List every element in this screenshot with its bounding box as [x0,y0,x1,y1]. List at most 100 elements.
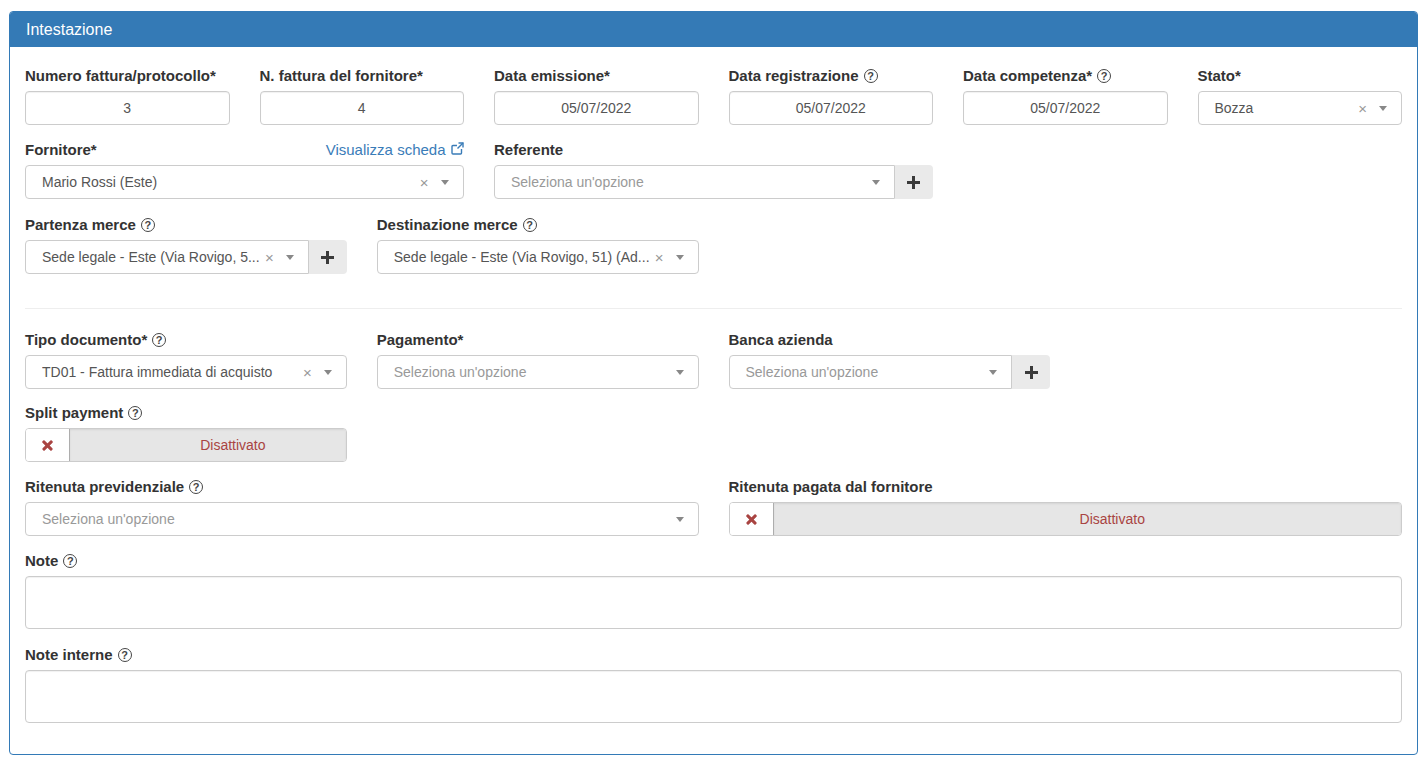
tipo-documento-select[interactable]: TD01 - Fattura immediata di acquisto × [25,355,347,389]
chevron-down-icon [676,370,684,375]
chevron-down-icon [872,180,880,185]
data-competenza-label: Data competenza* [963,67,1092,84]
add-partenza-button[interactable] [309,240,347,274]
help-icon: ? [128,406,142,420]
panel-body: Numero fattura/protocollo* N. fattura de… [10,47,1417,754]
data-emissione-input[interactable] [494,91,699,125]
help-icon: ? [118,648,132,662]
field-banca-azienda: Banca azienda Seleziona un'opzione [729,329,1051,389]
toggle-off-x-icon [745,513,758,526]
fornitore-label: Fornitore* [25,141,97,158]
stato-select[interactable]: Bozza × [1198,91,1403,125]
fornitore-select[interactable]: Mario Rossi (Este) × [25,165,464,199]
banca-azienda-placeholder: Seleziona un'opzione [746,364,980,380]
field-referente: Referente Seleziona un'opzione [494,139,933,199]
tipo-documento-value: TD01 - Fattura immediata di acquisto [42,364,314,380]
clear-icon[interactable]: × [655,250,664,265]
field-n-fattura-fornitore: N. fattura del fornitore* [260,65,465,125]
destinazione-merce-label: Destinazione merce [377,216,518,233]
referente-placeholder: Seleziona un'opzione [511,174,862,190]
chevron-down-icon [441,180,449,185]
visualizza-scheda-link[interactable]: Visualizza scheda [326,141,464,158]
note-textarea[interactable] [25,576,1402,629]
field-data-emissione: Data emissione* [494,65,699,125]
toggle-handle[interactable] [26,429,70,461]
add-banca-button[interactable] [1012,355,1050,389]
help-icon: ? [63,554,77,568]
fornitore-value: Mario Rossi (Este) [42,174,431,190]
data-competenza-input[interactable] [963,91,1168,125]
stato-label: Stato* [1198,67,1241,84]
help-icon: ? [864,69,878,83]
field-ritenuta-previdenziale: Ritenuta previdenziale? Seleziona un'opz… [25,476,699,536]
help-icon: ? [523,218,537,232]
toggle-off-x-icon [41,439,54,452]
ritenuta-pagata-state: Disattivato [774,503,1402,535]
pagamento-label: Pagamento* [377,331,464,348]
partenza-merce-label: Partenza merce [25,216,136,233]
chevron-down-icon [1379,106,1387,111]
plus-icon [321,251,334,264]
visualizza-scheda-text: Visualizza scheda [326,141,446,158]
field-tipo-documento: Tipo documento*? TD01 - Fattura immediat… [25,329,347,389]
field-ritenuta-pagata: Ritenuta pagata dal fornitore Disattivat… [729,476,1403,536]
plus-icon [1025,366,1038,379]
help-icon: ? [141,218,155,232]
data-registrazione-input[interactable] [729,91,934,125]
clear-icon[interactable]: × [265,250,274,265]
field-data-registrazione: Data registrazione? [729,65,934,125]
field-fornitore: Fornitore* Visualizza scheda Mario Rossi… [25,139,464,199]
note-interne-textarea[interactable] [25,670,1402,723]
tipo-documento-label: Tipo documento* [25,331,147,348]
external-link-icon [451,142,464,155]
partenza-merce-select[interactable]: Sede legale - Este (Via Rovigo, 5... × [25,240,309,274]
destinazione-merce-value: Sede legale - Este (Via Rovigo, 51) (Ad.… [394,249,666,265]
chevron-down-icon [286,255,294,260]
ritenuta-pagata-label: Ritenuta pagata dal fornitore [729,478,933,495]
toggle-handle[interactable] [730,503,774,535]
field-partenza-merce: Partenza merce? Sede legale - Este (Via … [25,214,347,274]
panel-title: Intestazione [26,21,112,39]
chevron-down-icon [676,517,684,522]
stato-value: Bozza [1215,100,1370,116]
chevron-down-icon [676,255,684,260]
field-pagamento: Pagamento* Seleziona un'opzione [377,329,699,389]
help-icon: ? [1097,69,1111,83]
intestazione-panel: Intestazione Numero fattura/protocollo* … [9,11,1418,755]
n-fattura-fornitore-input[interactable] [260,91,465,125]
help-icon: ? [189,480,203,494]
data-registrazione-label: Data registrazione [729,67,859,84]
ritenuta-pagata-toggle[interactable]: Disattivato [729,502,1403,536]
clear-icon[interactable]: × [420,175,429,190]
ritenuta-previdenziale-label: Ritenuta previdenziale [25,478,184,495]
split-payment-state: Disattivato [70,429,346,461]
referente-label: Referente [494,141,563,158]
clear-icon[interactable]: × [1358,101,1367,116]
panel-header: Intestazione [10,12,1417,47]
ritenuta-previdenziale-placeholder: Seleziona un'opzione [42,511,666,527]
n-fattura-fornitore-label: N. fattura del fornitore* [260,67,423,84]
clear-icon[interactable]: × [303,365,312,380]
add-referente-button[interactable] [895,165,933,199]
split-payment-toggle[interactable]: Disattivato [25,428,347,462]
partenza-merce-value: Sede legale - Este (Via Rovigo, 5... [42,249,276,265]
field-data-competenza: Data competenza*? [963,65,1168,125]
chevron-down-icon [989,370,997,375]
chevron-down-icon [324,370,332,375]
plus-icon [907,176,920,189]
section-divider [25,308,1402,309]
field-split-payment: Split payment? Disattivato [25,402,347,462]
note-interne-label: Note interne [25,646,113,663]
pagamento-select[interactable]: Seleziona un'opzione [377,355,699,389]
field-stato: Stato* Bozza × [1198,65,1403,125]
ritenuta-previdenziale-select[interactable]: Seleziona un'opzione [25,502,699,536]
banca-azienda-select[interactable]: Seleziona un'opzione [729,355,1013,389]
field-note-interne: Note interne? [25,644,1402,727]
banca-azienda-label: Banca azienda [729,331,833,348]
help-icon: ? [152,333,166,347]
referente-select[interactable]: Seleziona un'opzione [494,165,895,199]
destinazione-merce-select[interactable]: Sede legale - Este (Via Rovigo, 51) (Ad.… [377,240,699,274]
numero-fattura-input[interactable] [25,91,230,125]
field-note: Note? [25,550,1402,633]
pagamento-placeholder: Seleziona un'opzione [394,364,666,380]
